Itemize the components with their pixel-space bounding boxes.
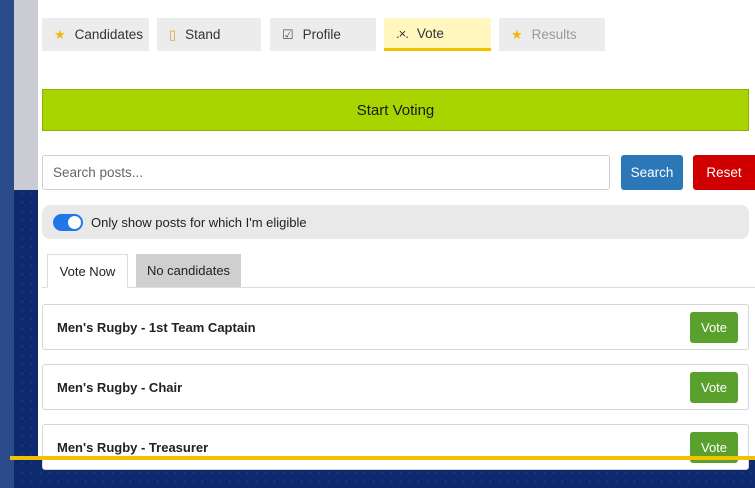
tab-label: Candidates — [74, 27, 143, 42]
star-icon: ★ — [54, 26, 66, 42]
tab-stand[interactable]: ▯ Stand — [157, 18, 261, 51]
tab-profile[interactable]: ☑ Profile — [270, 18, 376, 51]
tab-no-candidates[interactable]: No candidates — [136, 254, 241, 287]
eligibility-filter: Only show posts for which I'm eligible — [42, 205, 749, 239]
tab-label: Vote — [416, 25, 444, 41]
checkbox-icon: ☑ — [282, 26, 294, 42]
post-title: Men's Rugby - 1st Team Captain — [57, 319, 256, 335]
eligibility-label: Only show posts for which I'm eligible — [91, 214, 307, 230]
post-title: Men's Rugby - Treasurer — [57, 439, 209, 455]
search-input[interactable] — [42, 155, 610, 190]
tab-candidates[interactable]: ★ Candidates — [42, 18, 149, 51]
tab-vote-now[interactable]: Vote Now — [47, 254, 128, 288]
reset-button[interactable]: Reset — [693, 155, 755, 190]
vote-button[interactable]: Vote — [690, 371, 738, 403]
start-voting-button[interactable]: Start Voting — [42, 89, 749, 131]
left-edge — [0, 0, 14, 488]
subtabs-divider — [42, 287, 755, 288]
ballot-icon: .×. — [396, 25, 409, 41]
clipboard-icon: ▯ — [169, 26, 177, 42]
search-button[interactable]: Search — [621, 155, 683, 190]
vote-button[interactable]: Vote — [690, 311, 738, 343]
tab-vote[interactable]: .×. Vote — [384, 18, 491, 51]
eligibility-toggle[interactable] — [53, 213, 83, 231]
toggle-knob — [68, 215, 81, 229]
side-panel-edge — [14, 0, 38, 190]
tab-label: Results — [531, 27, 577, 42]
list-item: Men's Rugby - Treasurer Vote — [42, 424, 749, 470]
list-item: Men's Rugby - Chair Vote — [42, 364, 749, 410]
bottom-accent-bar — [10, 456, 755, 460]
tab-label: Stand — [185, 27, 221, 42]
tab-label: Profile — [302, 27, 341, 42]
tab-results[interactable]: ★ Results — [499, 18, 605, 51]
list-item: Men's Rugby - 1st Team Captain Vote — [42, 304, 749, 350]
star-icon: ★ — [511, 26, 523, 42]
post-title: Men's Rugby - Chair — [57, 379, 183, 395]
